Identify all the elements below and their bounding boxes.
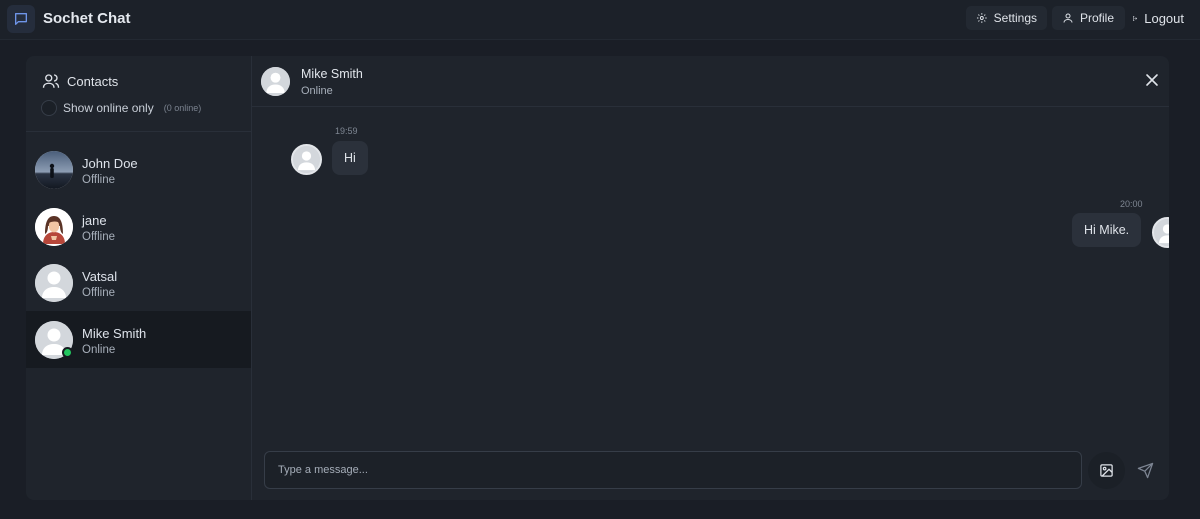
online-toggle-label: Show online only bbox=[63, 101, 154, 115]
chat-panel: Mike Smith Online 19:59 Hi 20:00 Hi Mike… bbox=[252, 56, 1169, 500]
contact-name: Vatsal bbox=[82, 269, 118, 284]
profile-button[interactable]: Profile bbox=[1052, 6, 1125, 30]
contact-status: Offline bbox=[82, 231, 116, 243]
close-icon[interactable] bbox=[1144, 72, 1160, 88]
chat-contact-name: Mike Smith bbox=[301, 67, 363, 81]
online-only-checkbox[interactable] bbox=[41, 100, 57, 116]
message-timestamp: 19:59 bbox=[335, 126, 358, 136]
contacts-title: Contacts bbox=[42, 72, 118, 90]
contact-status: Offline bbox=[82, 174, 116, 186]
avatar bbox=[35, 264, 73, 302]
contact-item[interactable]: John Doe Offline bbox=[26, 141, 251, 198]
user-icon bbox=[1063, 13, 1073, 23]
message-avatar bbox=[291, 144, 322, 175]
contact-status: Offline bbox=[82, 287, 116, 299]
chat-bubble-icon[interactable] bbox=[7, 5, 35, 33]
chat-header: Mike Smith Online bbox=[252, 56, 1169, 107]
avatar bbox=[261, 67, 290, 96]
message-avatar bbox=[1152, 217, 1169, 248]
contact-item-active[interactable]: Mike Smith Online bbox=[26, 311, 251, 368]
logout-icon bbox=[1133, 15, 1138, 21]
image-icon bbox=[1100, 464, 1113, 477]
users-icon bbox=[42, 74, 60, 88]
image-upload-button[interactable] bbox=[1088, 452, 1125, 489]
app-title: Sochet Chat bbox=[43, 10, 131, 27]
settings-button[interactable]: Settings bbox=[966, 6, 1047, 30]
message-bubble-incoming: Hi bbox=[332, 141, 368, 175]
contact-name: jane bbox=[82, 213, 107, 228]
contact-name: John Doe bbox=[82, 156, 138, 171]
avatar bbox=[35, 208, 73, 246]
profile-label: Profile bbox=[1080, 11, 1115, 25]
contact-status: Online bbox=[82, 344, 116, 356]
sidebar-header: Contacts Show online only (0 online) bbox=[26, 56, 251, 132]
message-bubble-outgoing: Hi Mike. bbox=[1072, 213, 1142, 247]
online-status-dot bbox=[62, 347, 73, 358]
logout-button[interactable]: Logout bbox=[1122, 6, 1194, 30]
gear-icon bbox=[976, 13, 987, 23]
avatar bbox=[35, 151, 73, 189]
online-count: (0 online) bbox=[163, 103, 202, 113]
contact-name: Mike Smith bbox=[82, 326, 147, 341]
message-input[interactable] bbox=[264, 451, 1082, 489]
contact-item[interactable]: jane Offline bbox=[26, 198, 251, 255]
chat-container: Contacts Show online only (0 online) Joh… bbox=[26, 56, 1169, 500]
contacts-sidebar: Contacts Show online only (0 online) Joh… bbox=[26, 56, 252, 500]
contact-item[interactable]: Vatsal Offline bbox=[26, 254, 251, 311]
settings-label: Settings bbox=[993, 11, 1037, 25]
contacts-label: Contacts bbox=[67, 73, 119, 89]
send-button[interactable] bbox=[1133, 458, 1157, 482]
send-icon bbox=[1137, 462, 1153, 478]
message-timestamp: 20:00 bbox=[1120, 199, 1143, 209]
logout-label: Logout bbox=[1144, 10, 1184, 26]
show-online-toggle[interactable]: Show online only (0 online) bbox=[41, 100, 201, 116]
chat-contact-status: Online bbox=[301, 85, 333, 97]
top-bar: Sochet Chat Settings Profile Logout bbox=[0, 0, 1200, 40]
